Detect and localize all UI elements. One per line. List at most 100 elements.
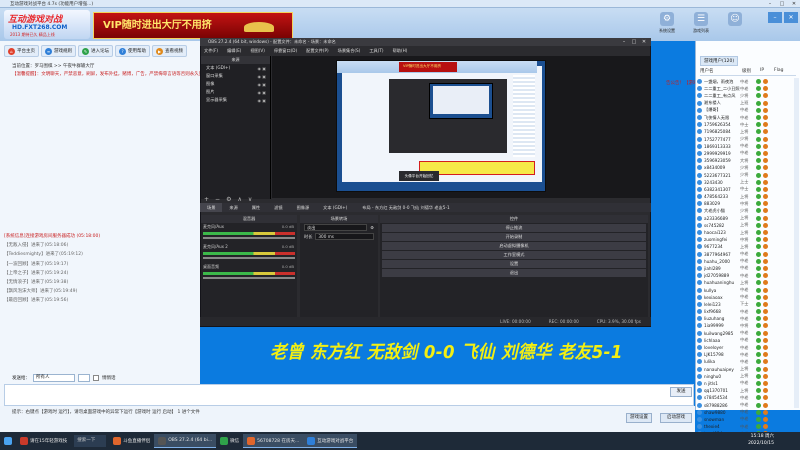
user-row[interactable]: 【爆哥】 中老 xyxy=(697,107,795,114)
user-row[interactable]: x8434009 少将 xyxy=(697,164,795,171)
obs-menu-item[interactable]: 配置文件(P) xyxy=(306,48,329,54)
user-row[interactable]: qq1370701 上将 xyxy=(697,387,795,394)
emoji-button[interactable] xyxy=(78,374,90,382)
obs-menu-item[interactable]: 停靠窗口(D) xyxy=(274,48,297,54)
send-button[interactable]: 发送 xyxy=(670,387,692,397)
down-icon[interactable]: ∨ xyxy=(248,196,252,203)
source-item[interactable]: 显示器采集 ◉ ▣ xyxy=(201,96,270,104)
nav-rules[interactable]: ≡ 游戏规则 xyxy=(41,45,76,57)
nav-home[interactable]: ⌂ 平台主页 xyxy=(4,45,39,57)
eye-icon[interactable]: ◉ ▣ xyxy=(257,82,266,87)
user-row[interactable]: snowman 中老 xyxy=(697,416,795,423)
source-item[interactable]: 窗口采集 ◉ ▣ xyxy=(201,72,270,80)
user-row[interactable]: 湘东楼人 上班 xyxy=(697,100,795,107)
add-icon[interactable]: + xyxy=(204,196,209,203)
taskbar-item[interactable]: 56708728 在房天... xyxy=(243,434,304,448)
user-row[interactable]: 3243430 上士 xyxy=(697,179,795,186)
user-row[interactable]: kuilwang2985 中老 xyxy=(697,330,795,337)
user-row[interactable]: 2999929919 中老 xyxy=(697,150,795,157)
user-row[interactable]: huahuaninghu 上将 xyxy=(697,279,795,286)
system-settings-button[interactable]: ⚙ 系统设置 xyxy=(654,12,680,34)
gear-icon[interactable]: ⚙ xyxy=(370,225,374,230)
user-row[interactable]: 1759626354 中士 xyxy=(697,121,795,128)
obs-menu-item[interactable]: 场景集合(S) xyxy=(338,48,361,54)
user-list-scrollbar[interactable] xyxy=(794,78,799,408)
start-game-button[interactable]: 启动游戏 xyxy=(660,413,692,423)
image-source-button[interactable]: 图像源 xyxy=(290,203,317,212)
virtual-camera-button[interactable]: 启动虚拟摄像机 xyxy=(382,242,646,250)
app-minimize-button[interactable]: – xyxy=(768,12,782,23)
eye-icon[interactable]: ◉ ▣ xyxy=(257,90,266,95)
user-row[interactable]: haocai123 上将 xyxy=(697,229,795,236)
user-row[interactable]: 478564233 上将 xyxy=(697,193,795,200)
user-row[interactable]: 大老虎小猫 少将 xyxy=(697,207,795,214)
obs-menu-item[interactable]: 文件(F) xyxy=(204,48,218,54)
chat-input[interactable] xyxy=(4,384,694,406)
col-name[interactable]: 用户名 xyxy=(700,68,742,75)
app-close-button[interactable]: ✕ xyxy=(784,12,798,23)
vip-banner[interactable]: VIP随时进出大厅不用挤 xyxy=(93,12,293,39)
user-row[interactable]: kullya 中老 xyxy=(697,286,795,293)
user-row[interactable]: s78454534 中老 xyxy=(697,394,795,401)
stop-streaming-button[interactable]: 停止推流 xyxy=(382,224,646,232)
tab-sources[interactable]: 来源 xyxy=(222,203,244,212)
user-row[interactable]: LJK15798 中老 xyxy=(697,351,795,358)
game-list-button[interactable]: ☰ 游戏列表 xyxy=(688,12,714,34)
user-row[interactable]: jiahl289 中老 xyxy=(697,265,795,272)
eye-icon[interactable]: ◉ ▣ xyxy=(257,66,266,71)
user-row[interactable]: n jitls1 中老 xyxy=(697,380,795,387)
user-row[interactable]: 6382341307 中士 xyxy=(697,186,795,193)
user-row[interactable]: loveloyer 中老 xyxy=(697,344,795,351)
col-rank[interactable]: 级别 xyxy=(742,68,760,75)
duration-input[interactable]: 300 ms xyxy=(315,233,374,240)
start-recording-button[interactable]: 开始录制 xyxy=(382,233,646,241)
recipient-select[interactable]: 所有人 xyxy=(33,374,75,382)
taskbar-item[interactable]: 互动游戏对战平台 xyxy=(303,434,358,448)
user-row[interactable]: lixf9668 中老 xyxy=(697,308,795,315)
obs-close-button[interactable]: ✕ xyxy=(639,38,649,46)
source-item[interactable]: 图片 ◉ ▣ xyxy=(201,88,270,96)
user-row[interactable]: ninghu0 上将 xyxy=(697,373,795,380)
user-row[interactable]: 一盏烟，雨夜泡 中老 xyxy=(697,78,795,85)
user-row[interactable]: 飞侠情人无限 中老 xyxy=(697,114,795,121)
private-checkbox[interactable] xyxy=(93,375,99,381)
start-button[interactable] xyxy=(0,434,16,448)
user-row[interactable]: kexiaoax 中老 xyxy=(697,294,795,301)
mixer-channel[interactable]: 麦克风/Aux 2 0.0 dB xyxy=(201,243,297,263)
user-row[interactable]: shaw9880 中老 xyxy=(697,409,795,416)
mixer-channel[interactable]: 桌面音频 0.0 dB xyxy=(201,263,297,283)
user-row[interactable]: 7196825084 上将 xyxy=(697,128,795,135)
source-item[interactable]: 图像 ◉ ▣ xyxy=(201,80,270,88)
user-row[interactable]: nanauhuaipey 上将 xyxy=(697,366,795,373)
obs-menu-item[interactable]: 视图(V) xyxy=(250,48,265,54)
user-row[interactable]: 3877964967 中老 xyxy=(697,251,795,258)
volume-slider[interactable] xyxy=(203,277,295,279)
tab-users[interactable]: 游戏用户(120) xyxy=(700,56,739,66)
user-row[interactable]: 1869313333 中老 xyxy=(697,143,795,150)
user-button[interactable]: ☺ xyxy=(722,12,748,34)
user-row[interactable]: thexie4 中老 xyxy=(697,423,795,430)
minimize-button[interactable]: – xyxy=(764,0,776,8)
eye-icon[interactable]: ◉ ▣ xyxy=(257,98,266,103)
taskbar-search[interactable]: 搜索一下 xyxy=(74,435,107,447)
filters-button[interactable]: 滤镜 xyxy=(267,203,289,212)
taskbar-item[interactable]: 斗鱼直播伴侣 xyxy=(109,434,154,448)
source-item[interactable]: 文本 (GDI+) ◉ ▣ xyxy=(201,64,270,72)
obs-minimize-button[interactable]: – xyxy=(619,38,629,46)
user-row[interactable]: 二二重工_二小丑照 中老 xyxy=(697,85,795,92)
user-row[interactable]: jd27059889 中老 xyxy=(697,272,795,279)
eye-icon[interactable]: ◉ ▣ xyxy=(257,74,266,79)
volume-slider[interactable] xyxy=(203,237,295,239)
nav-forum[interactable]: ✎ 进入论坛 xyxy=(78,45,113,57)
volume-slider[interactable] xyxy=(203,257,295,259)
taskbar-item[interactable]: 微信 xyxy=(216,434,243,448)
transition-select[interactable]: 淡出 xyxy=(304,224,368,231)
user-row[interactable]: liuzuhang 中老 xyxy=(697,315,795,322)
user-row[interactable]: 二二重工_有点风 少将 xyxy=(697,92,795,99)
user-row[interactable]: ss745282 上将 xyxy=(697,222,795,229)
up-icon[interactable]: ∧ xyxy=(237,196,241,203)
user-row[interactable]: 883029 中将 xyxy=(697,200,795,207)
user-row[interactable]: 1ia99999 中将 xyxy=(697,322,795,329)
close-button[interactable]: ✕ xyxy=(788,0,800,8)
obs-menu-item[interactable]: 编辑(E) xyxy=(227,48,241,54)
